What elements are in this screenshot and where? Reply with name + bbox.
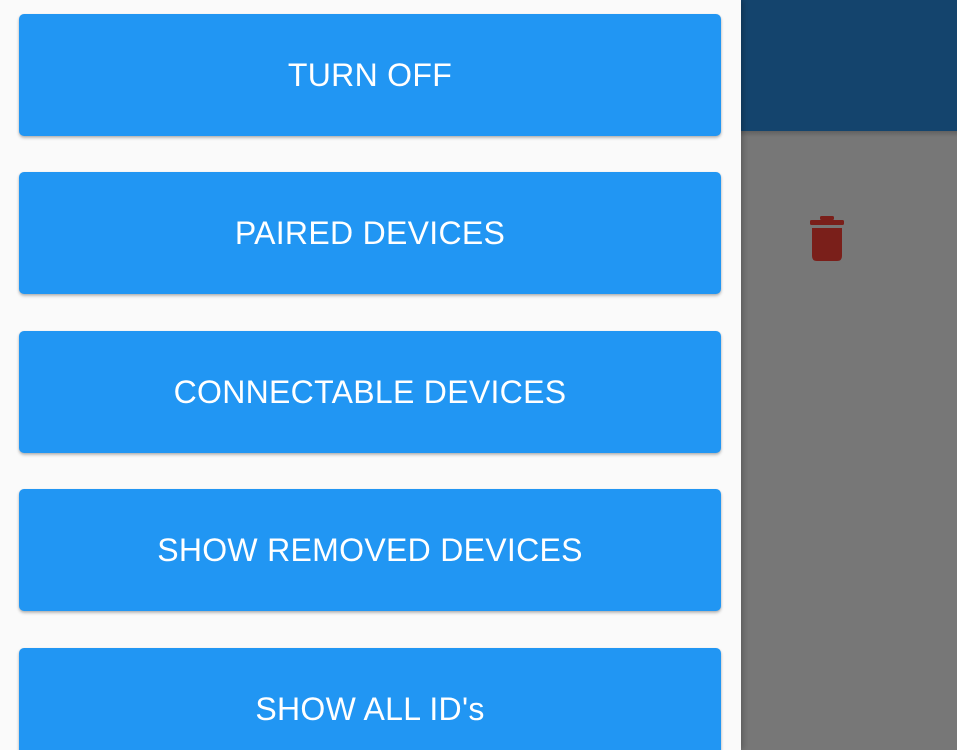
show-removed-devices-button[interactable]: SHOW REMOVED DEVICES	[19, 489, 721, 611]
paired-devices-button-label: PAIRED DEVICES	[234, 214, 506, 251]
turn-off-button-label: TURN OFF	[287, 56, 453, 93]
connectable-devices-button[interactable]: CONNECTABLE DEVICES	[19, 331, 721, 453]
trash-icon[interactable]	[810, 216, 844, 261]
connectable-devices-button-label: CONNECTABLE DEVICES	[173, 373, 567, 410]
show-removed-devices-button-label: SHOW REMOVED DEVICES	[157, 531, 583, 568]
show-all-ids-button-label: SHOW ALL ID's	[255, 690, 485, 727]
paired-devices-button[interactable]: PAIRED DEVICES	[19, 172, 721, 294]
navigation-drawer: TURN OFF PAIRED DEVICES CONNECTABLE DEVI…	[0, 0, 741, 750]
turn-off-button[interactable]: TURN OFF	[19, 14, 721, 136]
show-all-ids-button[interactable]: SHOW ALL ID's	[19, 648, 721, 750]
app-screen: TURN OFF PAIRED DEVICES CONNECTABLE DEVI…	[0, 0, 957, 750]
